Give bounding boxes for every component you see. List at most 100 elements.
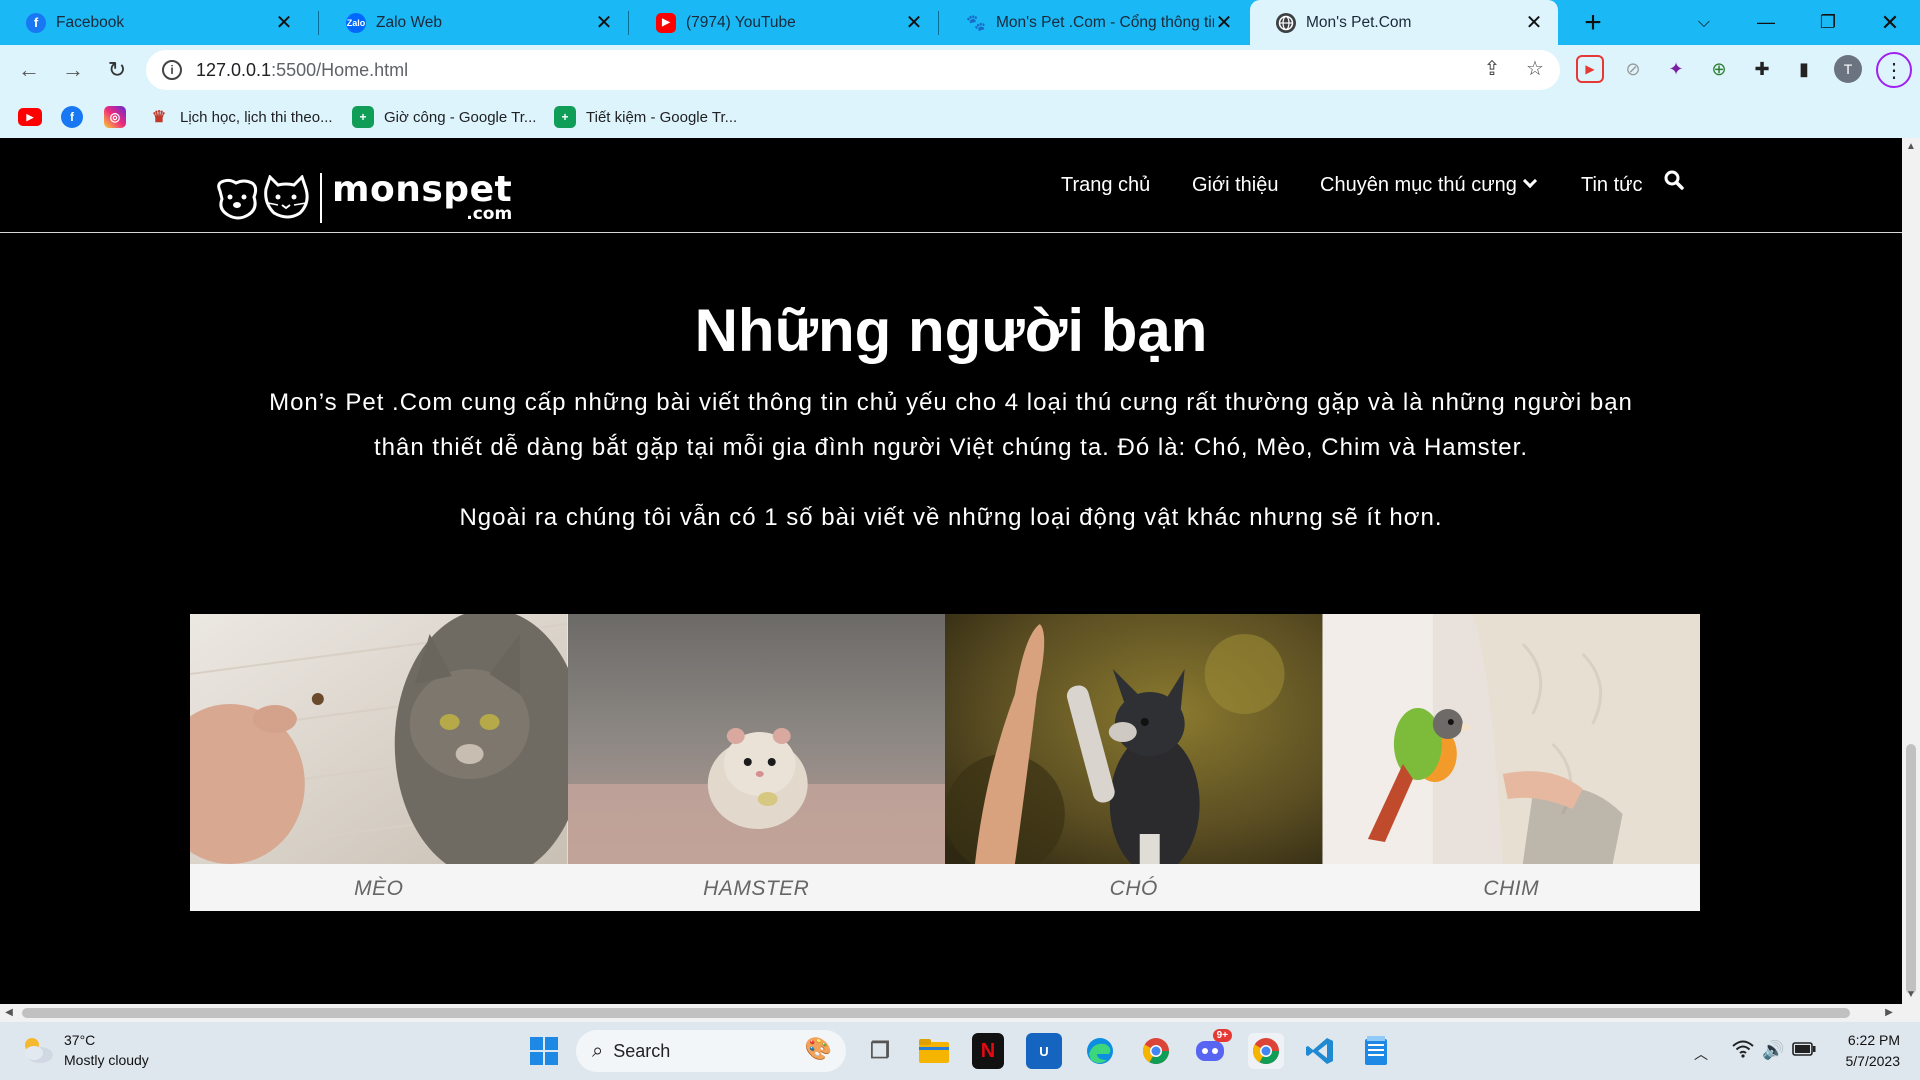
vscode-icon[interactable] [1302,1033,1338,1069]
task-view-icon[interactable]: ❐ [862,1033,898,1069]
new-tab-button[interactable]: + [1576,6,1610,40]
vertical-scrollbar[interactable]: ▲ ▼ [1902,138,1920,1004]
card-caption: CHÓ [1109,877,1158,900]
scroll-left-arrow-icon[interactable]: ◀ [4,1008,14,1018]
pet-card-hamster[interactable]: HAMSTER [567,614,945,911]
discord-icon[interactable]: 9+ [1192,1029,1232,1069]
bookmark-gio-cong[interactable]: + Giờ công - Google Tr... [352,103,536,131]
extension-sparkle-icon[interactable]: ✦ [1662,55,1690,83]
tab-label: (7974) YouTube [686,13,796,31]
scroll-up-arrow-icon[interactable]: ▲ [1906,142,1916,152]
netflix-icon[interactable]: N [972,1033,1004,1069]
tab-monspet-portal[interactable]: 🐾 Mon's Pet .Com - Cổng thông tin ✕ [940,0,1248,45]
card-caption: HAMSTER [703,877,810,900]
volume-icon[interactable]: 🔊 [1762,1040,1784,1061]
tab-zalo[interactable]: Zalo Zalo Web ✕ [320,0,628,45]
share-icon[interactable]: ⇪ [1479,55,1505,81]
nav-chuyen-muc-dropdown[interactable]: Chuyên mục thú cưng [1320,173,1537,197]
tab-search-chevron-icon[interactable]: ⌵ [1676,0,1732,45]
scroll-right-arrow-icon[interactable]: ▶ [1884,1008,1894,1018]
vertical-scroll-thumb[interactable] [1906,744,1916,994]
bookmark-tiet-kiem[interactable]: + Tiết kiệm - Google Tr... [554,103,737,131]
notepad-icon[interactable] [1358,1033,1394,1069]
youtube-icon: ▶ [18,108,42,126]
clock[interactable]: 6:22 PM 5/7/2023 [1830,1030,1901,1072]
extension-red-icon[interactable]: ▶ [1576,55,1604,83]
bookmark-label: Lịch học, lịch thi theo... [180,108,333,126]
card-caption: MÈO [354,877,404,900]
hamster-photo [567,614,945,864]
discord-badge: 9+ [1212,1029,1232,1042]
chrome-profile-icon[interactable] [1248,1033,1284,1069]
section-title: Những người bạn [694,297,1208,364]
nav-trang-chu[interactable]: Trang chủ [1061,174,1150,197]
bookmark-star-icon[interactable]: ☆ [1522,55,1548,81]
weather-widget[interactable]: 37°C Mostly cloudy [20,1030,149,1070]
close-tab-icon[interactable]: ✕ [594,12,614,34]
clock-date: 5/7/2023 [1845,1053,1901,1069]
unikey-icon[interactable]: U [1026,1033,1062,1069]
pet-card-dog[interactable]: CHÓ [945,614,1323,911]
nav-tin-tuc[interactable]: Tin tức [1581,174,1643,197]
intro-paragraph: Mon’s Pet .Com cung cấp những bài viết t… [269,389,1633,461]
side-panel-icon[interactable]: ▮ [1790,55,1818,83]
reload-button[interactable]: ↻ [102,55,132,85]
tab-separator [938,11,939,35]
close-tab-icon[interactable]: ✕ [904,12,924,34]
edge-browser-icon[interactable] [1082,1033,1118,1069]
horizontal-scroll-thumb[interactable] [22,1008,1850,1018]
tab-facebook[interactable]: f Facebook ✕ [0,0,308,45]
scroll-down-arrow-icon[interactable]: ▼ [1906,990,1916,1000]
logo-divider [320,172,322,223]
file-explorer-icon[interactable] [916,1033,952,1069]
tab-monspet-active[interactable]: Mon's Pet.Com ✕ [1250,0,1558,45]
horizontal-scrollbar[interactable]: ◀ ▶ [0,1004,1920,1022]
tab-label: Mon's Pet.Com [1306,13,1412,31]
site-logo[interactable]: monspet .com [214,172,512,223]
extensions-puzzle-icon[interactable]: ✚ [1748,55,1776,83]
browser-menu-icon[interactable]: ⋮ [1876,52,1912,88]
battery-icon[interactable] [1792,1040,1816,1061]
tab-separator [318,11,319,35]
extension-compass-icon[interactable]: ⊘ [1619,55,1647,83]
close-window-button[interactable]: ✕ [1862,0,1918,45]
taskbar-search-box[interactable]: ⌕ Search 🎨 [576,1030,846,1072]
tab-label: Facebook [56,13,125,31]
tray-overflow-chevron-icon[interactable]: ︿ [1694,1044,1708,1064]
pet-card-cat[interactable]: MÈO [190,614,568,911]
bookmark-youtube[interactable]: ▶ [18,103,52,131]
pet-card-bird[interactable]: CHIM [1322,614,1700,911]
close-tab-icon[interactable]: ✕ [1524,12,1544,34]
close-tab-icon[interactable]: ✕ [274,12,294,34]
site-header: monspet .com Trang chủ Giới thiệu Chuyên… [0,138,1902,233]
chevron-down-icon [1522,173,1537,189]
windows-start-icon[interactable] [526,1033,562,1069]
search-icon[interactable] [1664,170,1684,190]
pet-gallery: MÈO HAMSTER CHÓ CHIM [190,614,1700,911]
profile-avatar[interactable]: T [1834,55,1862,83]
bookmark-instagram[interactable]: ◎ [104,103,136,131]
bookmark-facebook[interactable]: f [61,103,93,131]
bookmark-lich-hoc[interactable]: ♛ Lịch học, lịch thi theo... [148,103,333,131]
back-button[interactable]: ← [14,55,44,85]
close-tab-icon[interactable]: ✕ [1214,12,1234,34]
wifi-icon[interactable] [1732,1040,1754,1063]
sheets-icon: + [352,106,374,128]
nav-gioi-thieu[interactable]: Giới thiệu [1192,174,1278,197]
nav-chuyen-muc-label: Chuyên mục thú cưng [1320,174,1517,196]
instagram-icon: ◎ [104,106,126,128]
site-info-icon[interactable]: i [162,60,182,80]
minimize-button[interactable]: — [1738,0,1794,45]
address-bar[interactable]: i 127.0.0.1:5500/Home.html [146,50,1560,90]
forward-button[interactable]: → [58,55,88,85]
card-caption: CHIM [1483,877,1540,900]
url-text: 127.0.0.1:5500/Home.html [196,59,409,80]
weather-description: Mostly cloudy [64,1052,149,1068]
chrome-icon[interactable] [1138,1033,1174,1069]
zalo-icon: Zalo [346,12,366,33]
restore-button[interactable]: ❐ [1800,0,1856,45]
tab-youtube[interactable]: ▶ (7974) YouTube ✕ [630,0,938,45]
extension-download-icon[interactable]: ⊕ [1705,55,1733,83]
windows-taskbar: 37°C Mostly cloudy ⌕ Search 🎨 ❐ N U 9+ ︿… [0,1022,1920,1080]
search-highlight-icon: 🎨 [804,1036,832,1061]
